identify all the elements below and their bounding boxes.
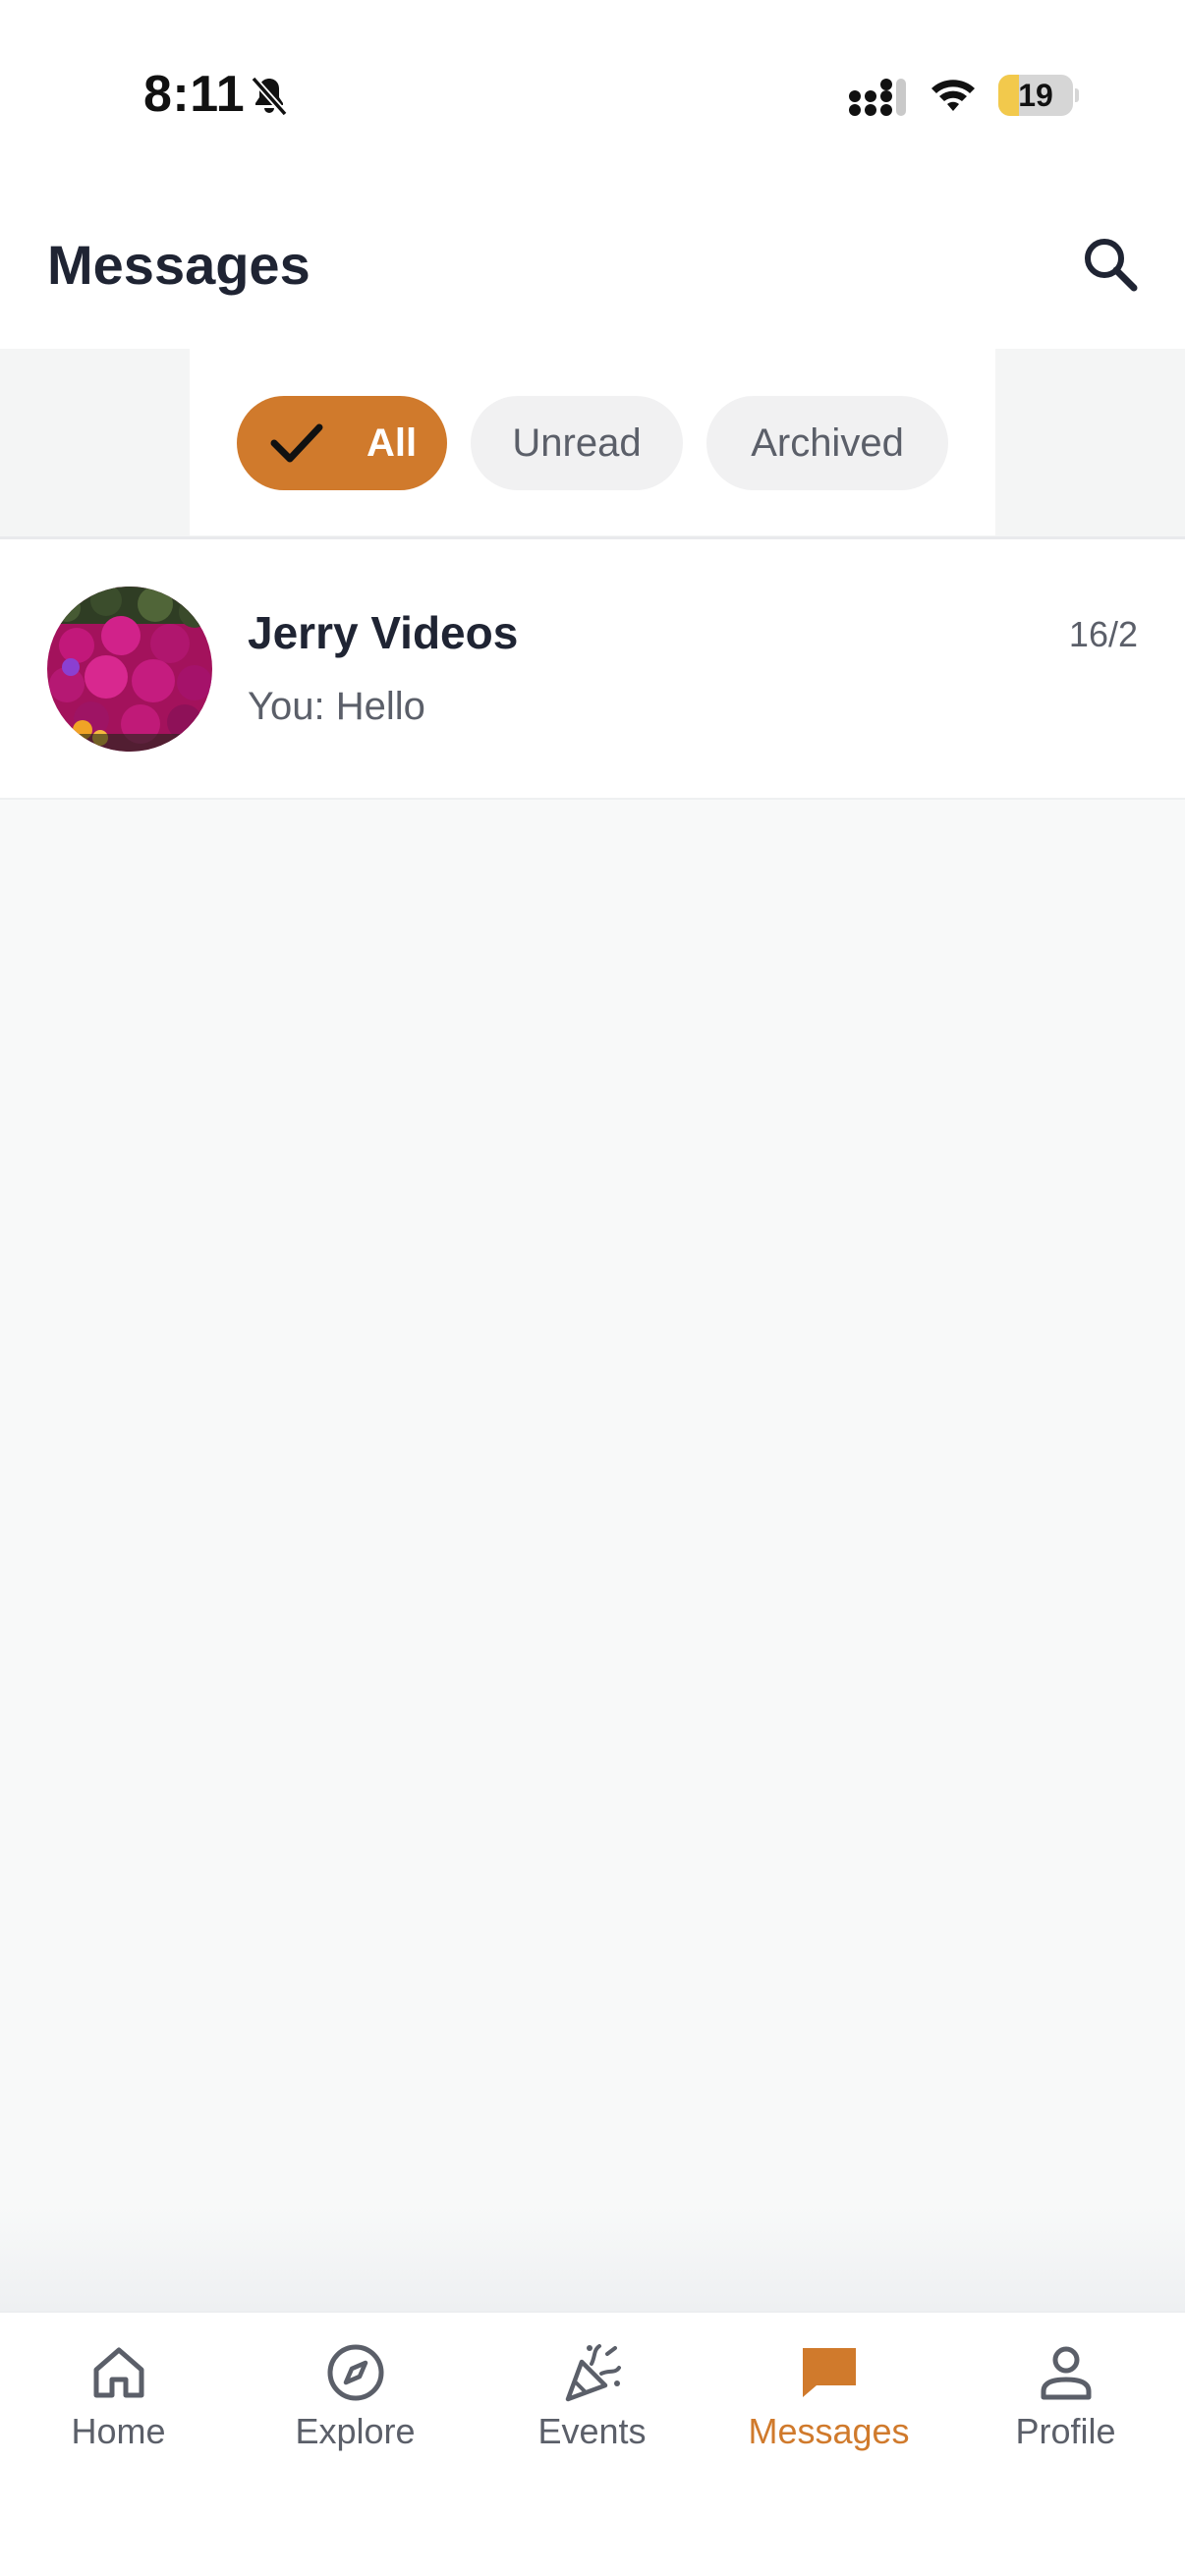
page-title: Messages (47, 234, 310, 296)
filter-bar: All Unread Archived (0, 349, 1185, 537)
battery-icon: 19 (998, 75, 1079, 116)
nav-label-home: Home (71, 2411, 166, 2451)
cellular-signal-icon (849, 79, 906, 116)
home-icon (93, 2347, 144, 2398)
empty-content-area (0, 800, 1185, 2311)
flower-photo-avatar (47, 587, 212, 752)
bell-slash-icon (251, 76, 288, 117)
conversation-list-item[interactable]: Jerry Videos You: Hello 16/2 (0, 539, 1185, 800)
nav-label-events: Events (537, 2411, 647, 2451)
wifi-icon (931, 80, 975, 111)
nav-item-messages[interactable]: Messages (710, 2313, 947, 2470)
last-message-preview: You: Hello (248, 685, 425, 728)
compass-icon (327, 2344, 384, 2401)
contact-name: Jerry Videos (248, 607, 519, 658)
nav-item-events[interactable]: Events (474, 2313, 710, 2470)
check-icon (270, 423, 323, 463)
nav-item-explore[interactable]: Explore (237, 2313, 474, 2470)
search-icon (1085, 239, 1138, 292)
filter-chip-unread[interactable]: Unread (471, 396, 683, 490)
nav-label-profile: Profile (1015, 2411, 1116, 2451)
nav-item-profile[interactable]: Profile (947, 2313, 1184, 2470)
avatar (47, 587, 212, 752)
chat-bubble-icon (803, 2348, 856, 2397)
filter-chip-group: All Unread Archived (190, 349, 995, 535)
message-date: 16/2 (1068, 614, 1138, 654)
party-popper-icon (565, 2344, 621, 2402)
person-icon (1041, 2346, 1092, 2400)
filter-chip-all-label: All (367, 421, 418, 465)
status-bar: 8:11 19 (0, 0, 1185, 192)
search-button[interactable] (1077, 231, 1146, 300)
filter-chip-archived[interactable]: Archived (706, 396, 948, 490)
nav-label-explore: Explore (295, 2411, 416, 2451)
nav-item-home[interactable]: Home (0, 2313, 237, 2470)
nav-label-messages: Messages (748, 2411, 910, 2451)
filter-chip-all[interactable]: All (237, 396, 447, 490)
bottom-nav: Home Explore Events Messages Profile (0, 2311, 1185, 2576)
battery-level: 19 (1018, 78, 1053, 113)
header: Messages (0, 192, 1185, 349)
status-time: 8:11 (143, 66, 246, 123)
